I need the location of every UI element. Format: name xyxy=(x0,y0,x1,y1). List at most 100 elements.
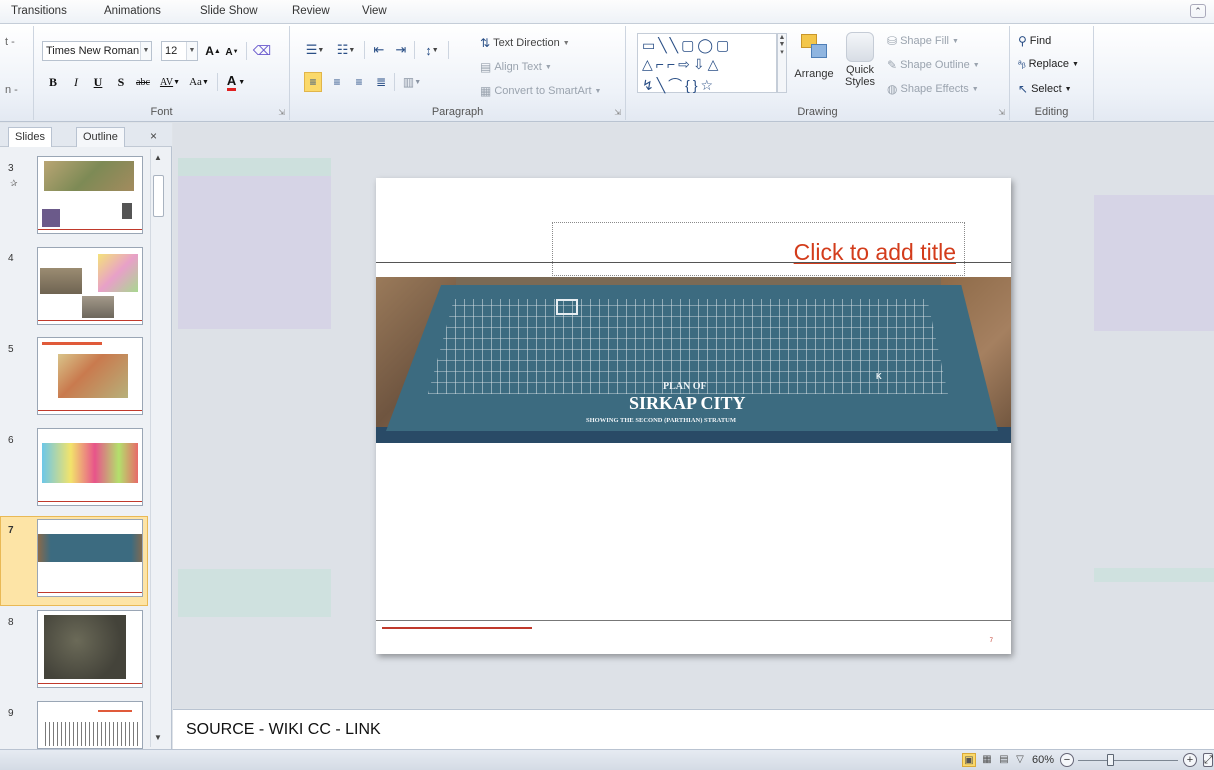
reading-view-icon[interactable]: ▤ xyxy=(997,753,1011,767)
strikethrough-button[interactable]: abc xyxy=(132,72,154,92)
slide-thumbnail-9[interactable] xyxy=(37,701,143,749)
shape-effects-button[interactable]: ◍ Shape Effects ▼ xyxy=(887,82,979,96)
dialog-launcher-icon[interactable]: ⇲ xyxy=(278,108,285,117)
normal-view-icon[interactable]: ▣ xyxy=(962,753,976,767)
slides-scrollbar[interactable]: ▲ ▼ xyxy=(150,149,166,747)
grow-font-glyph: A xyxy=(205,44,214,58)
slide-page-number: 7 xyxy=(989,638,993,644)
tab-slides[interactable]: Slides xyxy=(8,127,52,147)
divider xyxy=(217,73,218,91)
font-color-button[interactable]: A ▼ xyxy=(224,72,248,92)
close-panel-icon[interactable]: × xyxy=(150,129,157,143)
shapes-gallery[interactable]: ▭╲╲▢◯▢ △⌐⌐⇨⇩△ ↯╲⌒{}☆ xyxy=(637,33,777,93)
arrange-button[interactable]: Arrange xyxy=(789,32,839,80)
convert-smartart-button[interactable]: ▦ Convert to SmartArt ▼ xyxy=(480,84,601,98)
tab-slide-show[interactable]: Slide Show xyxy=(200,5,258,17)
tab-view[interactable]: View xyxy=(362,5,387,17)
change-case-button[interactable]: Aa ▼ xyxy=(186,72,212,92)
decrease-indent-icon[interactable]: ⇤ xyxy=(370,40,388,60)
divider xyxy=(414,41,415,59)
title-placeholder[interactable]: Click to add title xyxy=(552,222,965,276)
align-center-icon[interactable]: ≡ xyxy=(328,72,346,92)
tab-animations[interactable]: Animations xyxy=(104,5,161,17)
slide-thumbnail-4[interactable] xyxy=(37,247,143,325)
slide-sorter-icon[interactable]: ▦ xyxy=(980,753,994,767)
zoom-slider-handle[interactable] xyxy=(1107,754,1114,766)
arrange-label: Arrange xyxy=(794,68,834,80)
shape-row-2[interactable]: △⌐⌐⇨⇩△ xyxy=(642,56,721,73)
slide-thumbnail-3[interactable] xyxy=(37,156,143,234)
find-button[interactable]: ⚲ Find xyxy=(1018,34,1051,48)
cursor-icon: ↖ xyxy=(1018,82,1029,96)
zoom-slider-track[interactable] xyxy=(1078,760,1178,761)
increase-indent-icon[interactable]: ⇥ xyxy=(392,40,410,60)
zoom-in-icon[interactable]: + xyxy=(1183,753,1197,767)
slide-show-icon[interactable]: ▽ xyxy=(1013,753,1027,767)
columns-icon[interactable]: ▥ ▼ xyxy=(400,72,424,92)
partial-top-label[interactable]: t - xyxy=(5,36,15,48)
quick-styles-button[interactable]: Quick Styles xyxy=(838,32,882,88)
scroll-up-icon[interactable]: ▲ xyxy=(154,153,162,162)
minimize-ribbon-icon[interactable]: ⌃ xyxy=(1190,4,1206,18)
underline-button[interactable]: U xyxy=(91,72,105,92)
fit-slide-icon[interactable]: ⤢ xyxy=(1203,753,1213,767)
scroll-thumb[interactable] xyxy=(153,175,164,217)
shape-row-1[interactable]: ▭╲╲▢◯▢ xyxy=(642,37,732,54)
shape-fill-button[interactable]: ⛁ Shape Fill ▼ xyxy=(887,34,959,48)
slide-thumbnail-6[interactable] xyxy=(37,428,143,506)
text-shadow-button[interactable]: S xyxy=(114,72,128,92)
notes-pane[interactable]: SOURCE - WIKI CC - LINK xyxy=(173,709,1214,749)
slide-thumbnail-7[interactable] xyxy=(37,519,143,597)
tab-transitions[interactable]: Transitions xyxy=(11,5,67,17)
select-button[interactable]: ↖ Select ▼ xyxy=(1018,82,1072,96)
grow-font-button[interactable]: A ▲ xyxy=(205,41,221,61)
arrange-icon xyxy=(799,32,829,62)
bullets-icon[interactable]: ☰ ▼ xyxy=(302,40,328,60)
slide-number: 7 xyxy=(8,525,14,536)
slide-canvas[interactable]: Click to add title PLAN OF SIRKAP CITY S… xyxy=(376,178,1011,654)
align-right-icon[interactable]: ≡ xyxy=(350,72,368,92)
status-bar: ▣ ▦ ▤ ▽ 60% − + ⤢ xyxy=(0,749,1214,770)
zoom-level[interactable]: 60% xyxy=(1032,754,1054,766)
replace-button[interactable]: ᵃᵦ Replace ▼ xyxy=(1018,58,1079,70)
align-text-label: Align Text xyxy=(494,61,542,73)
dialog-launcher-icon[interactable]: ⇲ xyxy=(998,108,1005,117)
footer-source-text xyxy=(382,625,532,630)
shape-row-3[interactable]: ↯╲⌒{}☆ xyxy=(642,75,716,95)
quick-styles-label-2: Styles xyxy=(845,76,875,88)
slide-thumbnail-5[interactable] xyxy=(37,337,143,415)
partial-bottom-label[interactable]: n - xyxy=(5,84,18,96)
case-glyph: Aa xyxy=(189,76,202,88)
align-text-button[interactable]: ▤ Align Text ▼ xyxy=(480,60,552,74)
scroll-down-icon[interactable]: ▼ xyxy=(154,733,162,742)
font-size-combo[interactable]: 12 ▼ xyxy=(161,41,198,61)
shrink-font-button[interactable]: A ▼ xyxy=(225,42,239,62)
zoom-out-icon[interactable]: − xyxy=(1060,753,1074,767)
font-family-combo[interactable]: Times New Roman ▼ xyxy=(42,41,152,61)
line-spacing-icon[interactable]: ↕ ▼ xyxy=(420,40,444,60)
justify-icon[interactable]: ≣ xyxy=(372,72,390,92)
character-spacing-button[interactable]: AV ▼ xyxy=(158,72,182,92)
background-band xyxy=(1094,568,1214,582)
shape-outline-button[interactable]: ✎ Shape Outline ▼ xyxy=(887,58,980,72)
notes-text[interactable]: SOURCE - WIKI CC - LINK xyxy=(186,721,381,739)
sirkap-plan-photo[interactable]: PLAN OF SIRKAP CITY SHOWING THE SECOND (… xyxy=(376,277,1011,443)
text-direction-button[interactable]: ⇅ Text Direction ▼ xyxy=(480,36,570,50)
gallery-scroll[interactable]: ▲ ▼ ▾ xyxy=(777,33,787,93)
partial-group: t - n - xyxy=(0,26,34,120)
ribbon-tab-bar: Transitions Animations Slide Show Review… xyxy=(0,0,1214,24)
slide-thumbnail-8[interactable] xyxy=(37,610,143,688)
photo-caption-3: SHOWING THE SECOND (PARTHIAN) STRATUM xyxy=(586,417,737,424)
paragraph-group: ☰ ▼ ☷ ▼ ⇤ ⇥ ↕ ▼ ≡ ≡ ≡ ≣ ▥ ▼ ⇅ Text Direction ▼… xyxy=(290,26,626,120)
clear-formatting-icon[interactable]: ⌫ xyxy=(252,41,272,61)
replace-label: Replace xyxy=(1028,58,1069,70)
align-left-button[interactable]: ≡ xyxy=(304,72,322,92)
tab-outline[interactable]: Outline xyxy=(76,127,125,147)
italic-button[interactable]: I xyxy=(69,72,83,92)
bold-button[interactable]: B xyxy=(46,72,60,92)
dialog-launcher-icon[interactable]: ⇲ xyxy=(614,108,621,117)
find-label: Find xyxy=(1029,35,1052,47)
tab-review[interactable]: Review xyxy=(292,5,330,17)
slide-number: 5 xyxy=(8,344,14,355)
numbering-icon[interactable]: ☷ ▼ xyxy=(332,40,360,60)
